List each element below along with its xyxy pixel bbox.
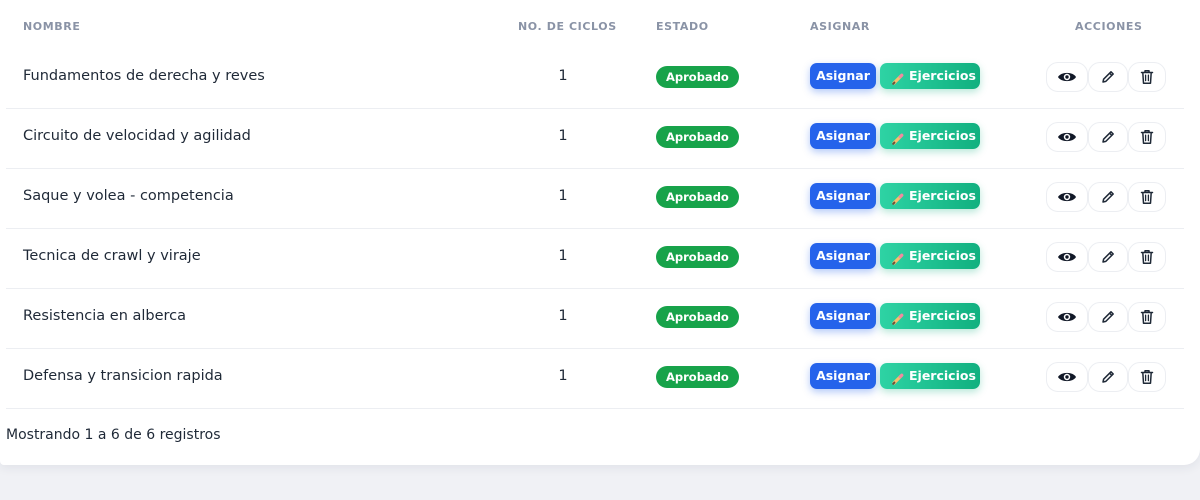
status-badge: Aprobado: [656, 126, 739, 148]
exercises-button-label: Ejercicios: [909, 128, 976, 143]
edit-button[interactable]: [1088, 62, 1128, 92]
exercises-button[interactable]: Ejercicios: [880, 303, 980, 329]
eye-icon: [1058, 312, 1076, 322]
column-header-ciclos[interactable]: NO. DE CICLOS: [518, 20, 617, 33]
edit-button[interactable]: [1088, 302, 1128, 332]
assign-button[interactable]: Asignar: [810, 183, 876, 209]
exercises-button[interactable]: Ejercicios: [880, 363, 980, 389]
edit-button[interactable]: [1088, 182, 1128, 212]
column-header-acciones: ACCIONES: [1075, 20, 1143, 33]
status-badge: Aprobado: [656, 186, 739, 208]
pencil-icon: [891, 189, 905, 205]
pencil-icon: [891, 129, 905, 145]
pencil-icon: [891, 249, 905, 265]
exercises-button-label: Ejercicios: [909, 188, 976, 203]
eye-icon: [1058, 252, 1076, 262]
view-button[interactable]: [1046, 182, 1088, 212]
column-header-estado[interactable]: ESTADO: [656, 20, 709, 33]
cycle-count: 1: [558, 188, 568, 204]
edit-pencil-icon: [1102, 371, 1114, 383]
edit-pencil-icon: [1102, 311, 1114, 323]
delete-button[interactable]: [1128, 242, 1166, 272]
delete-button[interactable]: [1128, 362, 1166, 392]
trash-icon: [1140, 250, 1154, 264]
edit-button[interactable]: [1088, 242, 1128, 272]
edit-pencil-icon: [1102, 71, 1114, 83]
delete-button[interactable]: [1128, 62, 1166, 92]
table-header: NOMBRE NO. DE CICLOS ESTADO ASIGNAR ACCI…: [0, 0, 1200, 50]
assign-button[interactable]: Asignar: [810, 363, 876, 389]
exercises-button[interactable]: Ejercicios: [880, 63, 980, 89]
table-row: Saque y volea - competencia 1 Aprobado A…: [6, 169, 1184, 229]
edit-button[interactable]: [1088, 122, 1128, 152]
exercises-button-label: Ejercicios: [909, 308, 976, 323]
cycle-count: 1: [558, 308, 568, 324]
trash-icon: [1140, 70, 1154, 84]
cycle-count: 1: [558, 128, 568, 144]
table-row: Resistencia en alberca 1 Aprobado Asigna…: [6, 289, 1184, 349]
exercises-button-label: Ejercicios: [909, 368, 976, 383]
pencil-icon: [891, 369, 905, 385]
view-button[interactable]: [1046, 242, 1088, 272]
program-name: Defensa y transicion rapida: [23, 368, 223, 384]
eye-icon: [1058, 72, 1076, 82]
assign-button[interactable]: Asignar: [810, 243, 876, 269]
exercises-button[interactable]: Ejercicios: [880, 243, 980, 269]
trash-icon: [1140, 130, 1154, 144]
trash-icon: [1140, 310, 1154, 324]
status-badge: Aprobado: [656, 66, 739, 88]
table-row: Tecnica de crawl y viraje 1 Aprobado Asi…: [6, 229, 1184, 289]
table-row: Circuito de velocidad y agilidad 1 Aprob…: [6, 109, 1184, 169]
assign-button[interactable]: Asignar: [810, 303, 876, 329]
cycle-count: 1: [558, 68, 568, 84]
delete-button[interactable]: [1128, 182, 1166, 212]
view-button[interactable]: [1046, 302, 1088, 332]
eye-icon: [1058, 192, 1076, 202]
trash-icon: [1140, 190, 1154, 204]
pencil-icon: [891, 309, 905, 325]
pencil-icon: [891, 69, 905, 85]
delete-button[interactable]: [1128, 302, 1166, 332]
pagination-summary: Mostrando 1 a 6 de 6 registros: [6, 427, 221, 443]
program-name: Saque y volea - competencia: [23, 188, 234, 204]
view-button[interactable]: [1046, 122, 1088, 152]
column-header-nombre[interactable]: NOMBRE: [23, 20, 80, 33]
cycle-count: 1: [558, 248, 568, 264]
status-badge: Aprobado: [656, 366, 739, 388]
exercises-button-label: Ejercicios: [909, 68, 976, 83]
edit-pencil-icon: [1102, 191, 1114, 203]
exercises-button[interactable]: Ejercicios: [880, 123, 980, 149]
assign-button[interactable]: Asignar: [810, 123, 876, 149]
view-button[interactable]: [1046, 362, 1088, 392]
column-header-asignar: ASIGNAR: [810, 20, 870, 33]
table-card: NOMBRE NO. DE CICLOS ESTADO ASIGNAR ACCI…: [0, 0, 1200, 465]
table-row: Fundamentos de derecha y reves 1 Aprobad…: [6, 49, 1184, 109]
eye-icon: [1058, 132, 1076, 142]
program-name: Tecnica de crawl y viraje: [23, 248, 201, 264]
edit-button[interactable]: [1088, 362, 1128, 392]
program-name: Circuito de velocidad y agilidad: [23, 128, 251, 144]
exercises-button-label: Ejercicios: [909, 248, 976, 263]
status-badge: Aprobado: [656, 306, 739, 328]
assign-button[interactable]: Asignar: [810, 63, 876, 89]
status-badge: Aprobado: [656, 246, 739, 268]
table-row: Defensa y transicion rapida 1 Aprobado A…: [6, 349, 1184, 409]
edit-pencil-icon: [1102, 131, 1114, 143]
view-button[interactable]: [1046, 62, 1088, 92]
exercises-button[interactable]: Ejercicios: [880, 183, 980, 209]
eye-icon: [1058, 372, 1076, 382]
program-name: Resistencia en alberca: [23, 308, 187, 324]
trash-icon: [1140, 370, 1154, 384]
edit-pencil-icon: [1102, 251, 1114, 263]
cycle-count: 1: [558, 368, 568, 384]
program-name: Fundamentos de derecha y reves: [23, 68, 265, 84]
delete-button[interactable]: [1128, 122, 1166, 152]
